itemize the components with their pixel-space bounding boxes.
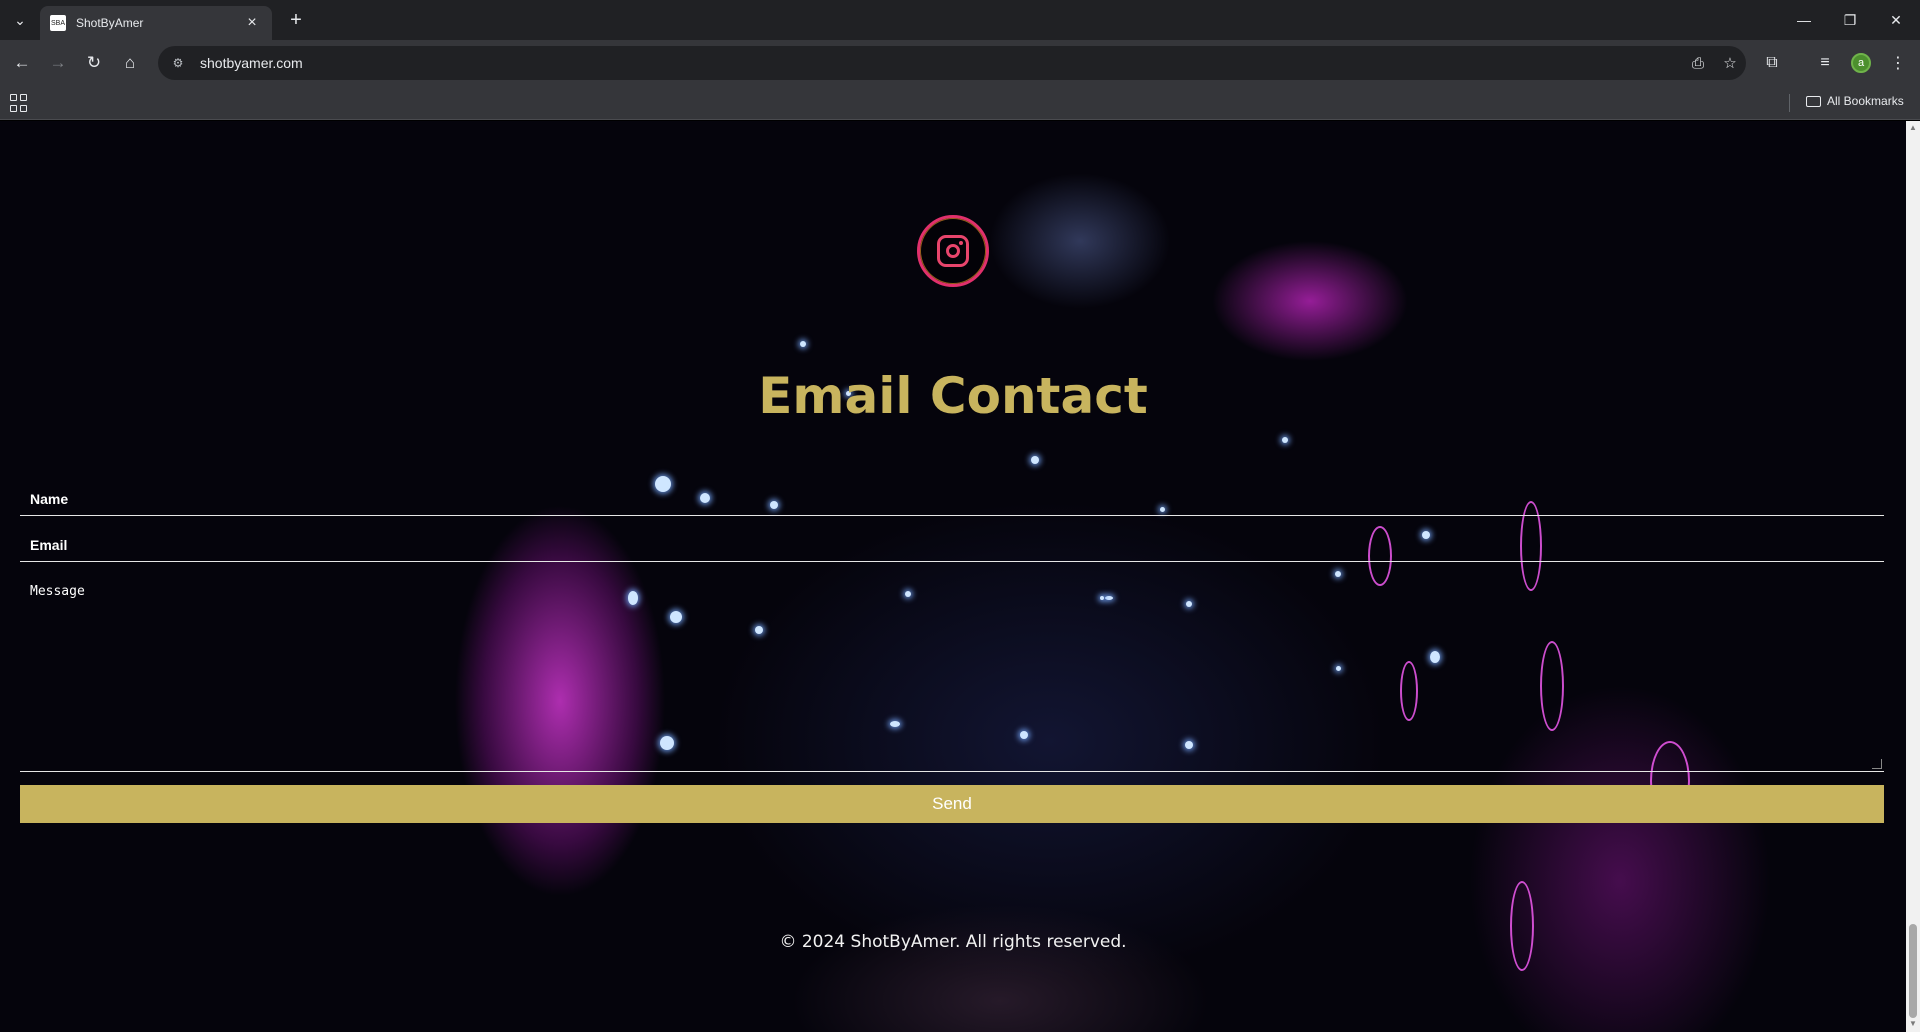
- tab-strip: ⌄ SBA ShotByAmer × + — ❐ ✕: [0, 0, 1920, 40]
- scroll-down-arrow-icon[interactable]: ▼: [1908, 1019, 1918, 1029]
- avatar: a: [1851, 53, 1871, 73]
- textarea-resize-handle[interactable]: [1872, 759, 1882, 769]
- reload-button[interactable]: ↻: [80, 49, 108, 77]
- site-info-icon[interactable]: ⚙: [162, 51, 194, 75]
- email-field[interactable]: Email: [20, 526, 1884, 562]
- footer-copyright: © 2024 ShotByAmer. All rights reserved.: [779, 932, 1127, 952]
- folder-icon: [1806, 95, 1821, 107]
- home-button[interactable]: ⌂: [116, 49, 144, 77]
- message-placeholder: Message: [30, 584, 85, 599]
- page-viewport: Email Contact Name Email Message Send © …: [0, 121, 1906, 1032]
- close-tab-icon[interactable]: ×: [242, 14, 262, 32]
- close-window-button[interactable]: ✕: [1873, 0, 1919, 40]
- instagram-link[interactable]: [917, 215, 989, 287]
- profile-button[interactable]: a: [1846, 49, 1876, 77]
- send-button[interactable]: Send: [20, 785, 1884, 823]
- all-bookmarks-label: All Bookmarks: [1827, 94, 1904, 108]
- forward-button[interactable]: →: [44, 49, 72, 77]
- active-tab[interactable]: SBA ShotByAmer ×: [40, 6, 272, 40]
- url-text[interactable]: shotbyamer.com: [200, 55, 1682, 71]
- name-field[interactable]: Name: [20, 481, 1884, 516]
- media-controls-icon[interactable]: ≡: [1810, 49, 1840, 77]
- section-title: Email Contact: [758, 367, 1148, 425]
- scroll-thumb[interactable]: [1909, 924, 1917, 1018]
- tab-favicon: SBA: [50, 15, 66, 31]
- extensions-icon[interactable]: ⧉: [1757, 49, 1787, 77]
- bookmark-star-icon[interactable]: ☆: [1714, 54, 1746, 72]
- message-textarea[interactable]: Message: [20, 572, 1884, 772]
- bookmarks-bar: All Bookmarks: [0, 86, 1920, 120]
- all-bookmarks-button[interactable]: All Bookmarks: [1806, 94, 1904, 108]
- minimize-window-button[interactable]: —: [1781, 0, 1827, 40]
- scroll-up-arrow-icon[interactable]: ▲: [1908, 123, 1918, 133]
- restore-window-button[interactable]: ❐: [1827, 0, 1873, 40]
- new-tab-button[interactable]: +: [284, 9, 308, 32]
- page-scrollbar[interactable]: ▲ ▼: [1906, 121, 1920, 1032]
- tab-search-button[interactable]: ⌄: [0, 0, 40, 40]
- email-field-label: Email: [30, 537, 68, 553]
- apps-grid-icon[interactable]: [10, 94, 28, 112]
- name-field-label: Name: [30, 491, 69, 507]
- instagram-icon: [937, 235, 969, 267]
- tab-title: ShotByAmer: [76, 16, 144, 30]
- bookmarks-divider: [1789, 94, 1790, 112]
- menu-kebab-icon[interactable]: ⋮: [1883, 49, 1913, 77]
- back-button[interactable]: ←: [8, 49, 36, 77]
- address-bar[interactable]: ⚙ shotbyamer.com ⎙ ☆: [158, 46, 1746, 80]
- install-app-icon[interactable]: ⎙: [1682, 55, 1714, 72]
